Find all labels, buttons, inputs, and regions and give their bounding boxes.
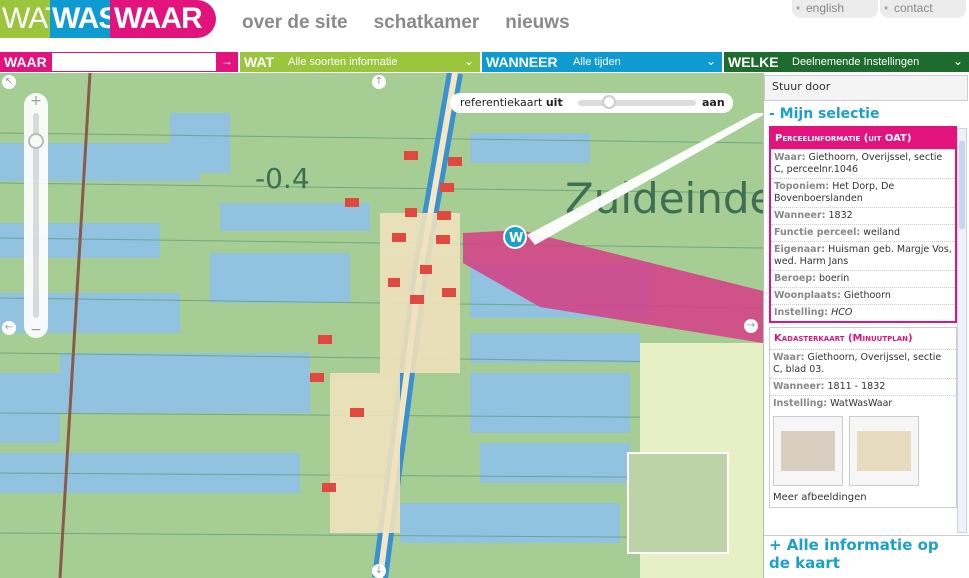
- filter-wat-label: WAT: [244, 54, 275, 70]
- filter-waar: WAAR →: [0, 52, 238, 72]
- filter-wat-value: Alle soorten informatie: [288, 56, 398, 68]
- card-row: Instelling: HCO: [771, 304, 955, 321]
- reference-map-toggle: referentiekaart uit aan: [450, 93, 733, 113]
- nav-schatkamer[interactable]: schatkamer: [374, 12, 480, 34]
- filter-welke-label: WELKE: [728, 54, 779, 70]
- selection-panel: Stuur door - Mijn selectie Perceelinform…: [763, 73, 969, 578]
- logo-was: WAS: [50, 0, 118, 38]
- card-row: Woonplaats: Giethoorn: [771, 287, 955, 304]
- selection-scrollbar[interactable]: [957, 128, 967, 533]
- pan-nw-icon[interactable]: ↖: [2, 75, 16, 89]
- reference-on-label: aan: [702, 96, 725, 109]
- card-row: Instelling: WatWasWaar: [770, 395, 956, 412]
- map-marker-label: W: [509, 231, 523, 246]
- card-row: Wanneer: 1811 - 1832: [770, 378, 956, 395]
- filter-welke-value: Deelnemende Instellingen: [792, 56, 920, 68]
- zoom-control: + −: [24, 93, 48, 338]
- logo[interactable]: WAT WAS WAAR: [0, 0, 216, 38]
- map-thumbnail[interactable]: [773, 416, 843, 486]
- chevron-down-icon: ⌄: [463, 54, 475, 68]
- selection-list: Perceelinformatie (uit OAT) Waar: Gietho…: [769, 126, 957, 533]
- pan-right-icon[interactable]: →: [744, 319, 758, 333]
- card-perceelinformatie[interactable]: Perceelinformatie (uit OAT) Waar: Gietho…: [769, 126, 957, 323]
- all-info-on-map-link[interactable]: + Alle informatie op de kaart: [764, 535, 969, 578]
- filter-bar: WAAR → WAT Alle soorten informatie ⌄ WAN…: [0, 52, 969, 72]
- pan-up-icon[interactable]: ↑: [372, 75, 386, 89]
- reference-slider-handle[interactable]: [602, 95, 616, 109]
- overview-minimap[interactable]: [627, 452, 729, 554]
- filter-wat[interactable]: WAT Alle soorten informatie ⌄: [240, 52, 480, 72]
- filter-wanneer-label: WANNEER: [486, 54, 558, 70]
- logo-waar: WAAR: [110, 0, 216, 38]
- card-row: Eigenaar: Huisman geb. Margje Vos, wed. …: [771, 241, 955, 270]
- map[interactable]: -0.4 Zuideinde W + − ↖ ↑ ← → ↓ referenti…: [0, 73, 763, 578]
- waar-search-input[interactable]: [52, 53, 216, 71]
- card-row: Waar: Giethoorn, Overijssel, sectie C, b…: [770, 349, 956, 378]
- map-label-place: Zuideinde: [565, 174, 763, 223]
- reference-map-label: referentiekaart: [460, 96, 543, 109]
- pan-down-icon[interactable]: ↓: [372, 564, 386, 578]
- nav-over-de-site[interactable]: over de site: [242, 12, 348, 34]
- logo-wat: WAT: [0, 0, 63, 38]
- filter-waar-label: WAAR: [4, 54, 47, 70]
- zoom-in-button[interactable]: +: [24, 93, 48, 109]
- header: WAT WAS WAAR over de site schatkamer nie…: [0, 0, 969, 50]
- pan-left-icon[interactable]: ←: [2, 321, 16, 335]
- zoom-slider-handle[interactable]: [28, 133, 44, 149]
- card-kadasterkaart[interactable]: Kadasterkaart (Minuutplan) Waar: Giethoo…: [769, 327, 957, 508]
- document-thumbnail[interactable]: [849, 416, 919, 486]
- chevron-down-icon: ⌄: [705, 54, 717, 68]
- send-button[interactable]: Stuur door: [764, 75, 968, 101]
- card-row: Functie perceel: weiland: [771, 224, 955, 241]
- nav-nieuws[interactable]: nieuws: [505, 12, 569, 34]
- main-nav: over de site schatkamer nieuws: [242, 12, 570, 34]
- arrow-right-icon[interactable]: →: [220, 54, 234, 68]
- my-selection-title[interactable]: - Mijn selectie: [769, 106, 879, 122]
- english-link[interactable]: english: [792, 0, 878, 18]
- reference-off-label: uit: [545, 96, 563, 109]
- chevron-down-icon: ⌄: [952, 54, 964, 68]
- card-row: Waar: Giethoorn, Overijssel, sectie C, p…: [771, 149, 955, 178]
- scrollbar-thumb[interactable]: [959, 141, 965, 229]
- card-row: Beroep: boerin: [771, 270, 955, 287]
- card-title: Perceelinformatie (uit OAT): [771, 128, 955, 149]
- filter-wanneer[interactable]: WANNEER Alle tijden ⌄: [482, 52, 722, 72]
- reference-slider-track[interactable]: [578, 100, 696, 106]
- more-images-link[interactable]: Meer afbeeldingen: [770, 490, 956, 507]
- filter-welke[interactable]: WELKE Deelnemende Instellingen ⌄: [724, 52, 969, 72]
- card-title: Kadasterkaart (Minuutplan): [770, 328, 956, 349]
- contact-link[interactable]: contact: [880, 0, 966, 18]
- filter-wanneer-value: Alle tijden: [573, 56, 621, 68]
- zoom-out-button[interactable]: −: [24, 322, 48, 338]
- image-thumbnails: [770, 412, 956, 490]
- card-row: Wanneer: 1832: [771, 207, 955, 224]
- map-label-value: -0.4: [255, 162, 310, 195]
- card-row: Toponiem: Het Dorp, De Bovenboerslanden: [771, 178, 955, 207]
